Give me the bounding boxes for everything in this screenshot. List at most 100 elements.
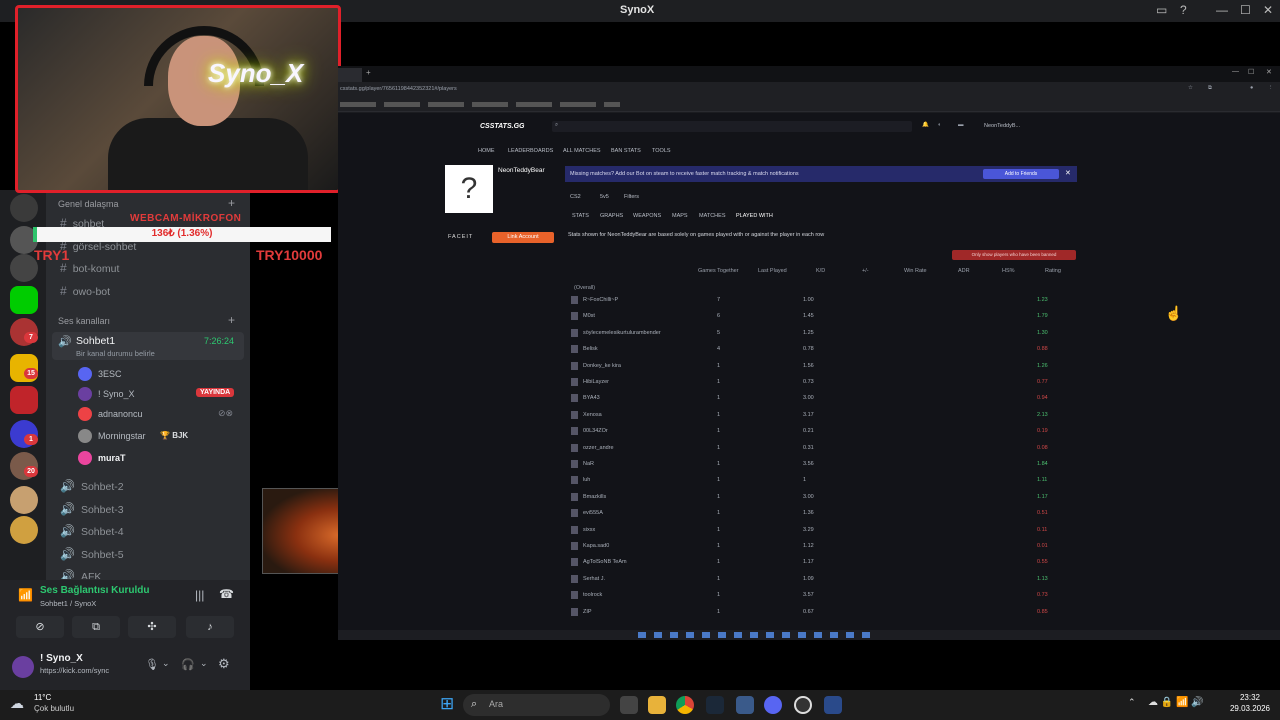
- address-bar[interactable]: csstats.gg/player/76561198442352321#/pla…: [338, 82, 1280, 98]
- table-row[interactable]: 00L34ZOr 1 0.21 0.19: [567, 424, 1076, 440]
- minimize-button[interactable]: —: [1232, 68, 1239, 75]
- close-button[interactable]: ✕: [1266, 68, 1272, 76]
- tab-maps[interactable]: MAPS: [672, 213, 688, 219]
- voice-user[interactable]: muraT: [78, 450, 248, 468]
- table-row[interactable]: HibiLayzer 1 0.73 0.77: [567, 375, 1076, 391]
- app-icon[interactable]: [824, 696, 842, 714]
- channel-status[interactable]: Bir kanal durumu belirle: [76, 349, 155, 358]
- soundboard-button[interactable]: ♪: [186, 616, 234, 638]
- user-avatar[interactable]: [12, 656, 34, 678]
- channel-owo-bot[interactable]: # owo-bot: [60, 284, 110, 298]
- site-search-input[interactable]: ⌕: [552, 121, 912, 132]
- player-name-cell[interactable]: Xenosa: [583, 412, 602, 418]
- weather-temp[interactable]: 11°C: [34, 693, 51, 702]
- player-name-cell[interactable]: söylecemelesikurtulurambender: [583, 330, 661, 336]
- player-name-cell[interactable]: 00L34ZOr: [583, 428, 608, 434]
- server-icon[interactable]: [10, 386, 38, 414]
- help-icon[interactable]: ?: [1180, 3, 1187, 17]
- table-row[interactable]: M0st 6 1.45 1.79: [567, 309, 1076, 325]
- extensions-icon[interactable]: ⧉: [1208, 85, 1212, 92]
- chevron-up-icon[interactable]: ⌃: [1128, 697, 1136, 708]
- player-name-cell[interactable]: M0st: [583, 313, 595, 319]
- noise-suppression-icon[interactable]: |||: [195, 588, 204, 602]
- col-adr[interactable]: ADR: [958, 268, 970, 274]
- star-icon[interactable]: ☆: [1188, 85, 1193, 91]
- player-name-cell[interactable]: BYA43: [583, 395, 600, 401]
- player-name-cell[interactable]: luh: [583, 477, 590, 483]
- browser-tab[interactable]: [338, 68, 362, 82]
- kick-server-icon[interactable]: [10, 286, 38, 314]
- taskbar-search[interactable]: ⌕ Ara: [463, 694, 610, 716]
- player-name-cell[interactable]: Belisk: [583, 346, 598, 352]
- col-kd[interactable]: K/D: [816, 268, 825, 274]
- table-row[interactable]: Serhat J. 1 1.09 1.13: [567, 572, 1076, 588]
- task-view-icon[interactable]: [620, 696, 638, 714]
- headphones-icon[interactable]: 🎧: [181, 658, 195, 671]
- link-account-button[interactable]: Link Account: [492, 232, 554, 243]
- add-voice-channel-icon[interactable]: +: [228, 313, 235, 327]
- activities-button[interactable]: ✣: [128, 616, 176, 638]
- chrome-icon[interactable]: [676, 696, 694, 714]
- tab-weapons[interactable]: WEAPONS: [633, 213, 661, 219]
- voice-channel-sohbet-3[interactable]: 🔊 Sohbet-3: [60, 502, 124, 516]
- connection-channel[interactable]: Sohbet1 / SynoX: [40, 599, 96, 608]
- clock-time[interactable]: 23:32: [1226, 693, 1274, 702]
- player-name-cell[interactable]: HibiLayzer: [583, 379, 609, 385]
- chevron-down-icon[interactable]: ⌄: [200, 658, 208, 669]
- nav-ban-stats[interactable]: BAN STATS: [611, 148, 641, 154]
- table-row[interactable]: Donkey_ke kira 1 1.56 1.26: [567, 359, 1076, 375]
- player-name-cell[interactable]: evi555A: [583, 510, 603, 516]
- table-row[interactable]: Xenosa 1 3.17 2.13: [567, 408, 1076, 424]
- server-icon[interactable]: [10, 486, 38, 514]
- maximize-button[interactable]: ☐: [1240, 3, 1251, 17]
- voice-channel-sohbet-4[interactable]: 🔊 Sohbet-4: [60, 524, 124, 538]
- channel-bot-komut[interactable]: # bot-komut: [60, 261, 119, 275]
- tray-icons[interactable]: ☁ 🔒 📶 🔊: [1148, 697, 1204, 708]
- discord-icon[interactable]: [764, 696, 782, 714]
- microphone-icon[interactable]: 🎙: [145, 658, 159, 671]
- voice-channel-active[interactable]: 🔊 Sohbet1 7:26:24 Bir kanal durumu belir…: [52, 332, 244, 360]
- nav-tools[interactable]: TOOLS: [652, 148, 671, 154]
- player-name-cell[interactable]: Bmazkills: [583, 494, 606, 500]
- tab-stats[interactable]: STATS: [572, 213, 589, 219]
- voice-user[interactable]: 3ESC: [78, 366, 248, 384]
- start-icon[interactable]: ⊞: [440, 694, 454, 714]
- player-name-cell[interactable]: Kapa.sad0: [583, 543, 609, 549]
- table-row[interactable]: NaR 1 3.56 1.84: [567, 457, 1076, 473]
- table-row[interactable]: Belisk 4 0.78 0.88: [567, 342, 1076, 358]
- banned-filter-button[interactable]: Only show players who have been banned: [952, 250, 1076, 260]
- table-row[interactable]: ozzer_andre 1 0.31 0.08: [567, 441, 1076, 457]
- file-explorer-icon[interactable]: [648, 696, 666, 714]
- server-icon[interactable]: [10, 194, 38, 222]
- camera-off-button[interactable]: ⊘: [16, 616, 64, 638]
- player-name-cell[interactable]: NaR: [583, 461, 594, 467]
- notification-icon[interactable]: 🔔: [922, 122, 929, 128]
- table-row[interactable]: Bmazkills 1 3.00 1.17: [567, 490, 1076, 506]
- table-row[interactable]: toolrock 1 3.57 0.73: [567, 588, 1076, 604]
- category-voice[interactable]: Ses kanalları: [58, 316, 110, 326]
- voice-user[interactable]: adnanoncu ⊘⊗: [78, 406, 248, 424]
- flag-icon[interactable]: ▬: [958, 122, 964, 128]
- screen-share-button[interactable]: ⧉: [72, 616, 120, 638]
- tab-graphs[interactable]: GRAPHS: [600, 213, 623, 219]
- table-row[interactable]: evi555A 1 1.36 0.51: [567, 506, 1076, 522]
- maximize-button[interactable]: ☐: [1248, 68, 1254, 76]
- col-win-rate[interactable]: Win Rate: [904, 268, 927, 274]
- player-name-cell[interactable]: sixsx: [583, 527, 595, 533]
- app-icon[interactable]: [736, 696, 754, 714]
- col-rating[interactable]: Rating: [1045, 268, 1061, 274]
- weather-text[interactable]: Çok bulutlu: [34, 704, 74, 713]
- inbox-icon[interactable]: ▭: [1156, 3, 1167, 17]
- category-text[interactable]: Genel dalaşma: [58, 199, 119, 209]
- menu-icon[interactable]: ⋮: [1268, 85, 1274, 91]
- table-row[interactable]: R~FoxChilli~P 7 1.00 1.23: [567, 293, 1076, 309]
- table-row[interactable]: BYA43 1 3.00 0.94: [567, 391, 1076, 407]
- add-channel-icon[interactable]: +: [228, 196, 235, 210]
- gear-icon[interactable]: ⚙: [218, 656, 230, 672]
- voice-user[interactable]: ! Syno_X YAYINDA: [78, 386, 248, 404]
- new-tab-icon[interactable]: +: [366, 68, 371, 77]
- steam-icon[interactable]: [706, 696, 724, 714]
- filter-more[interactable]: Filters: [624, 194, 639, 200]
- player-name-cell[interactable]: Serhat J.: [583, 576, 605, 582]
- nav-leaderboards[interactable]: LEADERBOARDS: [508, 148, 553, 154]
